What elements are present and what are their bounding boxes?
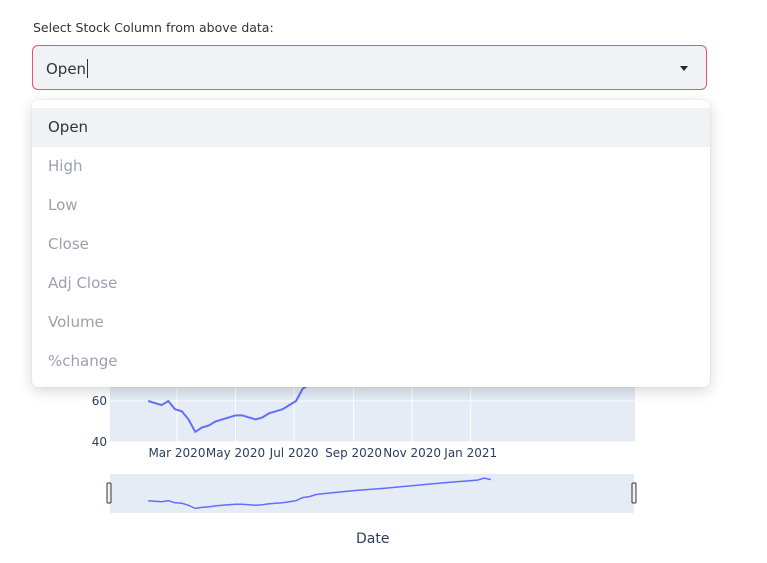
- y-tick-labels: 40 60: [92, 394, 107, 449]
- x-tick-label: Mar 2020: [148, 446, 205, 460]
- dropdown-option-open[interactable]: Open: [32, 108, 710, 147]
- range-slider-background: [110, 474, 634, 513]
- dropdown-option-low[interactable]: Low: [32, 186, 710, 225]
- dropdown-option-adj-close[interactable]: Adj Close: [32, 264, 710, 303]
- x-tick-label: Sep 2020: [325, 446, 382, 460]
- dropdown-option-volume[interactable]: Volume: [32, 303, 710, 342]
- x-tick-label: Nov 2020: [383, 446, 441, 460]
- dropdown-option-change[interactable]: %change: [32, 342, 710, 381]
- x-tick-label: May 2020: [206, 446, 265, 460]
- select-dropdown-menu: Open High Low Close Adj Close Volume %change: [32, 100, 710, 387]
- x-tick-label: Jul 2020: [269, 446, 319, 460]
- plot-background: [110, 385, 635, 442]
- x-tick-label: Jan 2021: [443, 446, 497, 460]
- dropdown-option-high[interactable]: High: [32, 147, 710, 186]
- range-slider-left-handle[interactable]: [106, 482, 112, 504]
- x-axis-title: Date: [356, 531, 390, 547]
- range-slider-right-handle[interactable]: [631, 482, 637, 504]
- dropdown-option-close[interactable]: Close: [32, 225, 710, 264]
- y-tick-label: 60: [92, 394, 107, 408]
- y-tick-label: 40: [92, 435, 107, 449]
- x-tick-labels: Mar 2020 May 2020 Jul 2020 Sep 2020 Nov 2020…: [148, 446, 497, 460]
